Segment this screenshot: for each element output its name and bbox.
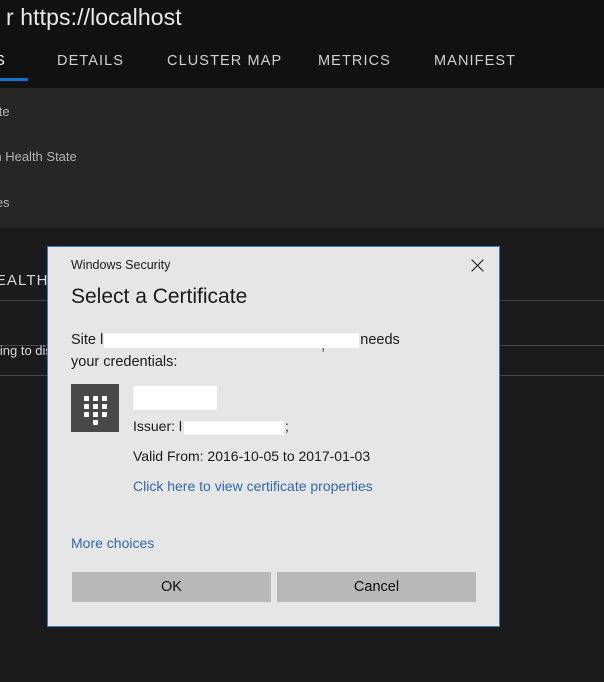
cancel-button[interactable]: Cancel [277,572,476,602]
essentials-row-seed-nodes: Seed Nodes [0,195,10,210]
app-tab-strip: LS DETAILS CLUSTER MAP METRICS MANIFEST [0,42,604,88]
site-comma-glyph: , [321,337,326,354]
site-credentials-line2: your credentials: [71,354,178,370]
tab-cluster-map[interactable]: CLUSTER MAP [167,53,282,69]
tab-manifest[interactable]: MANIFEST [434,53,516,69]
more-choices-link[interactable]: More choices [71,535,154,551]
tab-active-indicator [0,78,28,81]
site-suffix-text: needs [360,332,400,348]
tab-metrics[interactable]: METRICS [318,53,391,69]
certificate-issuer-label: Issuer: l [133,418,183,434]
site-credentials-text: Site l needs your credentials: [71,329,481,373]
dialog-app-title: Windows Security [71,258,171,272]
tab-details[interactable]: DETAILS [57,53,124,69]
tab-essentials[interactable]: LS [0,53,6,69]
certificate-issuer: Issuer: l; [133,418,289,436]
address-bar-url: r https://localhost [6,4,182,30]
redacted-certificate-issuer [184,421,285,436]
essentials-row-application-health-state: Application Health State [0,149,77,164]
certificate-validity: Valid From: 2016-10-05 to 2017-01-03 [133,448,371,464]
essentials-row-health-state: Health State [0,104,10,119]
close-icon[interactable] [460,250,494,280]
ok-button[interactable]: OK [72,572,271,602]
browser-address-bar[interactable]: r https://localhost [0,0,604,42]
certificate-badge-icon [71,384,119,432]
essentials-panel: Health State Application Health State Se… [0,88,604,228]
redacted-certificate-name [133,386,217,410]
dialog-heading: Select a Certificate [71,285,248,308]
site-prefix-text: Site l [71,332,104,348]
dialog-titlebar: Windows Security [48,247,499,285]
certificate-issuer-suffix: ; [285,418,289,434]
view-certificate-properties-link[interactable]: Click here to view certificate propertie… [133,478,373,494]
select-certificate-dialog: Windows Security Select a Certificate Si… [47,246,500,627]
